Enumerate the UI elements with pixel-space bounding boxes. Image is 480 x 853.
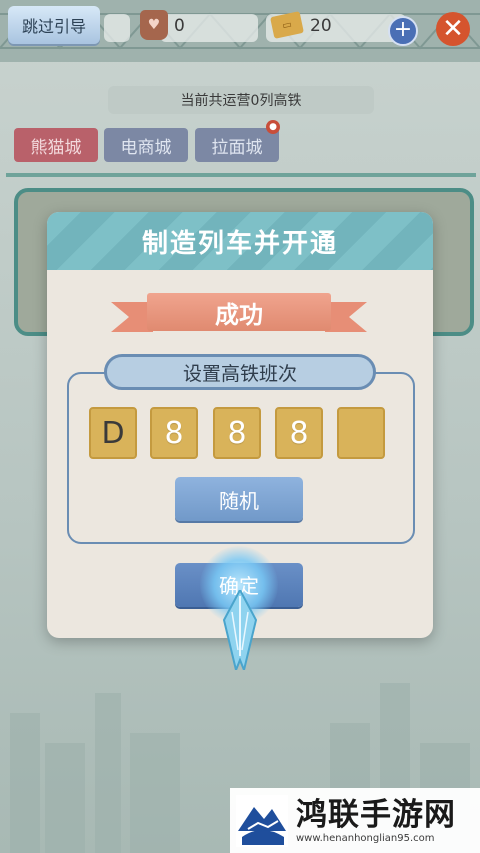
site-watermark: 鸿联手游网 www.henanhonglian95.com — [230, 788, 480, 853]
code-digit-1[interactable]: D — [89, 407, 137, 459]
watermark-url: www.henanhonglian95.com — [296, 833, 435, 844]
close-icon: ✕ — [442, 14, 464, 44]
plus-icon: + — [393, 17, 413, 42]
section-divider — [6, 173, 476, 177]
add-tickets-button[interactable]: + — [388, 16, 418, 46]
extra-pill — [104, 14, 130, 42]
dialog-title: 制造列车并开通 — [141, 228, 338, 259]
random-button[interactable]: 随机 — [175, 477, 303, 521]
tickets-value: 20 — [310, 16, 332, 36]
code-digit-4[interactable]: 8 — [275, 407, 323, 459]
close-button[interactable]: ✕ — [436, 12, 470, 46]
site-logo-icon — [236, 794, 288, 847]
pointer-hand-icon — [222, 590, 258, 670]
tab-ecommerce-city[interactable]: 电商城 — [104, 128, 188, 162]
operating-trains-status: 当前共运营0列高铁 — [108, 86, 374, 114]
code-digit-3[interactable]: 8 — [213, 407, 261, 459]
hearts-value: 0 — [174, 16, 185, 36]
tab-noodle-city[interactable]: 拉面城 — [195, 128, 279, 162]
heart-badge-icon: ♥ — [140, 10, 168, 40]
train-code-label: 设置高铁班次 — [104, 354, 376, 390]
success-ribbon: 成功 — [147, 293, 331, 331]
code-digit-2[interactable]: 8 — [150, 407, 198, 459]
watermark-title: 鸿联手游网 — [296, 797, 456, 833]
ribbon-tail-right — [325, 302, 367, 332]
tab-panda-city[interactable]: 熊猫城 — [14, 128, 98, 162]
skip-tutorial-button[interactable]: 跳过引导 — [8, 6, 100, 44]
lock-icon: ● — [266, 120, 280, 134]
code-digit-5[interactable] — [337, 407, 385, 459]
